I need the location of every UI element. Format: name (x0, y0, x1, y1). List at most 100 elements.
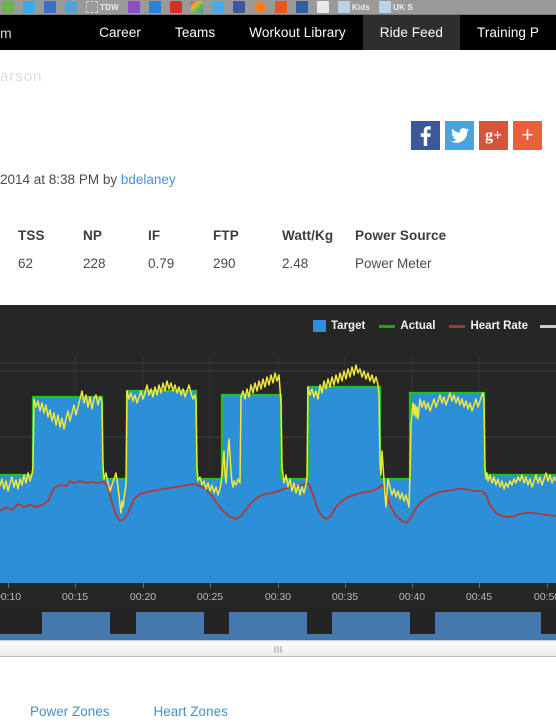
workout-chart-panel: Target Actual Heart Rate 0:10 00:15 00:2… (0, 305, 556, 640)
chart-plot-area[interactable] (0, 355, 556, 583)
bookmark-item[interactable] (274, 1, 287, 14)
stat-value: 228 (83, 256, 106, 271)
target-step-area (0, 387, 556, 583)
x-tick-mark (210, 583, 211, 588)
footer-links: Power Zones Heart Zones (30, 704, 228, 719)
bookmark-icon-rainbow[interactable] (190, 1, 203, 13)
stat-label: TSS (18, 228, 45, 243)
legend-swatch-overflow-icon (540, 324, 556, 328)
legend-label: Actual (400, 320, 436, 332)
stat-np: NP 228 (83, 228, 148, 271)
share-google-plus-button[interactable]: g+ (479, 121, 508, 150)
legend-item-target[interactable]: Target (313, 320, 365, 332)
x-tick-label: 00:45 (465, 591, 493, 603)
x-tick-mark (8, 583, 9, 588)
bookmark-item[interactable] (253, 1, 266, 14)
bookmark-icon-folder-kids[interactable] (337, 1, 350, 13)
navigator-block (136, 612, 204, 640)
horizontal-scrollbar[interactable] (0, 640, 556, 657)
twitter-icon (450, 128, 469, 143)
nav-item-training-plans[interactable]: Training P (460, 15, 556, 50)
stat-value: 62 (18, 256, 34, 271)
bookmark-item[interactable] (232, 1, 245, 14)
bookmark-icon-tp[interactable] (295, 1, 308, 13)
bookmark-icon-orange-sun[interactable] (253, 1, 266, 13)
x-tick-label: 00:35 (331, 591, 359, 603)
bookmark-icon-colorful[interactable] (2, 1, 14, 13)
x-tick-label: 00:50 (533, 591, 556, 603)
bookmark-icon-twitter[interactable] (211, 1, 224, 13)
bookmark-item[interactable] (316, 1, 329, 14)
x-tick-mark (345, 583, 346, 588)
bookmark-item[interactable] (190, 1, 203, 14)
scrollbar-thumb[interactable] (0, 642, 556, 656)
navigator-block (42, 612, 110, 640)
bookmark-item[interactable] (169, 1, 182, 14)
x-tick-mark (412, 583, 413, 588)
x-tick-label: 00:20 (129, 591, 157, 603)
stat-label: FTP (213, 228, 239, 243)
legend-item-actual[interactable]: Actual (379, 320, 435, 332)
chart-legend: Target Actual Heart Rate (299, 317, 556, 335)
bookmark-item[interactable] (65, 1, 77, 14)
stat-value: Power Meter (355, 256, 432, 271)
legend-swatch-target-icon (313, 320, 327, 332)
stat-label: Power Source (355, 228, 447, 243)
stat-label: Watt/Kg (282, 228, 334, 243)
x-tick-label: 00:25 (196, 591, 224, 603)
bookmark-item[interactable] (2, 1, 14, 14)
x-tick-label: 00:15 (61, 591, 89, 603)
browser-bookmark-bar[interactable]: TDW Kids UK S (0, 0, 556, 15)
bookmark-label: Kids (351, 2, 370, 12)
power-zones-link[interactable]: Power Zones (30, 704, 110, 719)
scrollbar-grip-icon[interactable] (274, 646, 282, 653)
ride-author-link[interactable]: bdelaney (121, 172, 176, 187)
bookmark-item[interactable]: Kids (337, 1, 370, 14)
facebook-icon (420, 125, 431, 146)
bookmark-item[interactable]: UK S (378, 1, 413, 14)
nav-items: Career Teams Workout Library Ride Feed T… (82, 15, 556, 50)
chart-navigator[interactable] (0, 605, 556, 640)
bookmark-icon-blue-app[interactable] (23, 1, 35, 13)
legend-item-heart-rate[interactable]: Heart Rate (449, 320, 528, 332)
x-tick-mark (479, 583, 480, 588)
bookmark-item[interactable] (295, 1, 308, 14)
x-tick-label: 00:30 (264, 591, 292, 603)
bookmark-icon-folder-uk[interactable] (378, 1, 391, 13)
navigator-block (332, 612, 410, 640)
legend-item-overflow[interactable] (540, 324, 556, 328)
bookmark-item[interactable] (23, 1, 35, 14)
nav-item-workout-library[interactable]: Workout Library (232, 15, 363, 50)
site-brand-logo[interactable]: m (0, 15, 82, 50)
bookmark-item[interactable] (127, 1, 140, 14)
bookmark-icon-orange-v[interactable] (274, 1, 287, 13)
bookmark-item[interactable] (44, 1, 56, 14)
bookmark-icon-facebook[interactable] (232, 1, 245, 13)
nav-item-career[interactable]: Career (82, 15, 158, 50)
share-more-button[interactable]: + (513, 121, 542, 150)
bookmark-icon-youtube[interactable] (169, 1, 182, 13)
share-buttons: g+ + (411, 121, 542, 150)
ride-byline: 2014 at 8:38 PM by bdelaney (0, 172, 176, 187)
bookmark-item[interactable] (211, 1, 224, 14)
bookmark-icon-drive[interactable] (65, 1, 77, 13)
legend-swatch-actual-icon (379, 324, 396, 328)
x-tick-mark (143, 583, 144, 588)
bookmark-icon-white-lines[interactable] (316, 1, 329, 13)
nav-item-teams[interactable]: Teams (158, 15, 232, 50)
bookmark-item[interactable] (148, 1, 161, 14)
x-tick-mark (278, 583, 279, 588)
share-twitter-button[interactable] (445, 121, 474, 150)
stat-watt-per-kg: Watt/Kg 2.48 (282, 228, 355, 271)
chart-x-axis: 00:10 00:15 00:20 00:25 00:30 00:35 00:4… (0, 583, 556, 605)
bookmark-icon-purple[interactable] (127, 1, 140, 13)
bookmark-icon-download[interactable] (148, 1, 161, 13)
bookmark-item[interactable]: TDW (86, 1, 119, 14)
bookmark-icon-tdw[interactable] (86, 1, 98, 13)
stat-tss: TSS 62 (18, 228, 83, 271)
heart-zones-link[interactable]: Heart Zones (154, 704, 228, 719)
nav-item-ride-feed[interactable]: Ride Feed (362, 15, 460, 50)
bookmark-icon-pause[interactable] (44, 1, 56, 13)
ride-title: arson (0, 68, 43, 85)
share-facebook-button[interactable] (411, 121, 440, 150)
